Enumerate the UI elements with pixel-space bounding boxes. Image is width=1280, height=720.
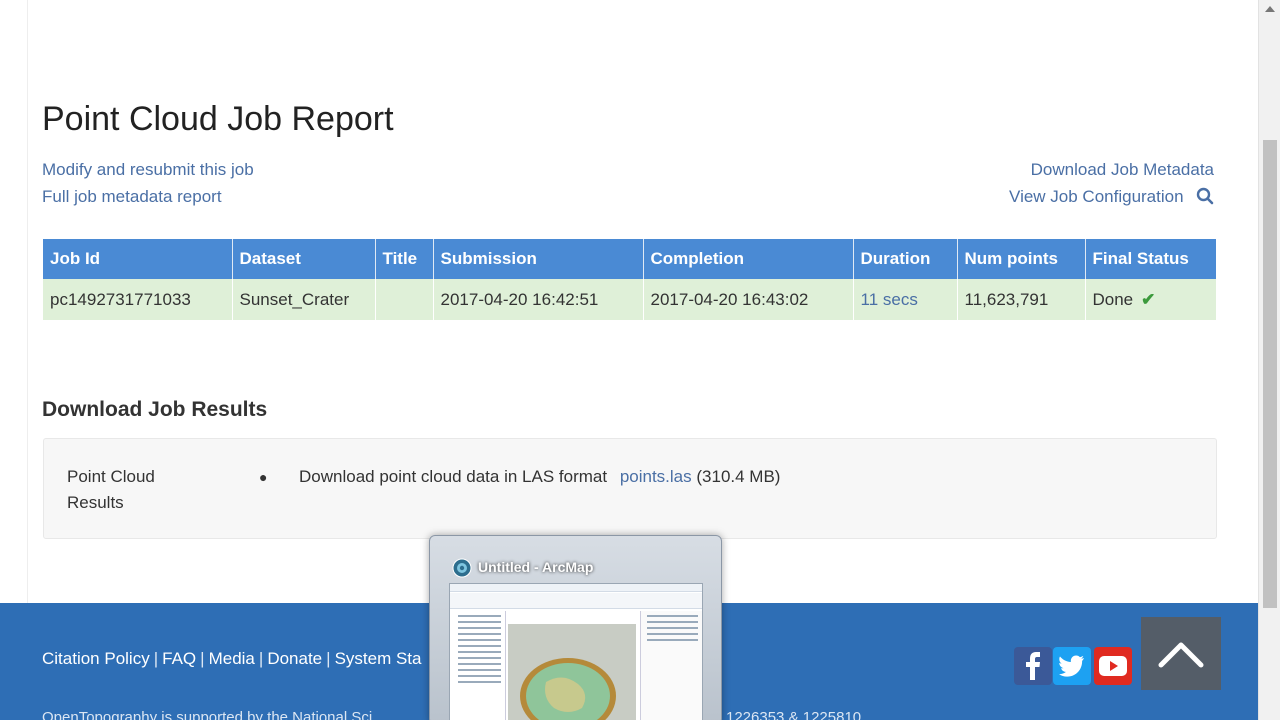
page-title: Point Cloud Job Report: [42, 100, 394, 138]
cell-duration: 11 secs: [853, 279, 958, 320]
left-edge-divider: [0, 0, 28, 603]
checkmark-icon: ✔: [1141, 289, 1156, 309]
separator: |: [258, 649, 264, 668]
page: Point Cloud Job Report Modify and resubm…: [0, 0, 1258, 720]
cell-submission: 2017-04-20 16:42:51: [433, 279, 644, 320]
col-job-id: Job Id: [43, 239, 233, 279]
results-panel: Point Cloud Results ● Download point clo…: [43, 438, 1217, 539]
job-table: Job Id Dataset Title Submission Completi…: [43, 239, 1216, 320]
footer-link-donate[interactable]: Donate: [267, 649, 322, 668]
download-results-heading: Download Job Results: [42, 398, 268, 421]
points-las-link[interactable]: points.las: [620, 467, 692, 486]
cell-num-points: 11,623,791: [957, 279, 1086, 320]
final-status-text: Done: [1092, 289, 1134, 309]
job-actions-left: Modify and resubmit this job Full job me…: [42, 157, 254, 211]
scroll-up-arrow-icon[interactable]: [1259, 0, 1280, 18]
preview-table-of-contents: [452, 611, 506, 720]
col-completion: Completion: [643, 239, 854, 279]
footer-link-media[interactable]: Media: [209, 649, 255, 668]
result-item: Download point cloud data in LAS format …: [299, 464, 780, 490]
col-duration: Duration: [853, 239, 958, 279]
chevron-up-icon: [1158, 642, 1204, 667]
page-scrollbar[interactable]: [1258, 0, 1280, 720]
results-label-line1: Point Cloud: [67, 467, 155, 486]
full-metadata-report-link[interactable]: Full job metadata report: [42, 187, 222, 206]
back-to-top-button[interactable]: [1141, 617, 1221, 690]
preview-title: Untitled - ArcMap: [478, 559, 594, 575]
separator: |: [200, 649, 205, 668]
search-icon[interactable]: [1196, 187, 1214, 205]
col-final-status: Final Status: [1085, 239, 1216, 279]
footer-award-numbers: 1226353 & 1225810: [726, 709, 862, 720]
modify-resubmit-link[interactable]: Modify and resubmit this job: [42, 160, 254, 179]
footer-link-citation-policy[interactable]: Citation Policy: [42, 649, 150, 668]
duration-link[interactable]: 11 secs: [861, 290, 918, 309]
col-dataset: Dataset: [232, 239, 376, 279]
file-size: (310.4 MB): [696, 467, 781, 486]
bullet-icon: ●: [259, 469, 268, 485]
preview-map-view: [508, 624, 636, 720]
col-title: Title: [375, 239, 434, 279]
separator: |: [153, 649, 159, 668]
table-row: pc1492731771033 Sunset_Crater 2017-04-20…: [43, 279, 1216, 320]
footer-links: Citation Policy | FAQ | Media | Donate | System …: [42, 649, 421, 669]
cell-title: [375, 279, 434, 320]
job-table-header-row: Job Id Dataset Title Submission Completi…: [43, 239, 1216, 279]
twitter-icon[interactable]: [1053, 647, 1091, 685]
preview-side-panel: [640, 611, 702, 720]
preview-window-thumbnail: [449, 583, 703, 720]
results-label: Point Cloud Results: [67, 464, 155, 516]
footer-link-system-status[interactable]: System Sta: [335, 649, 422, 668]
separator: |: [326, 649, 331, 668]
result-item-text: Download point cloud data in LAS format: [299, 467, 608, 486]
results-label-line2: Results: [67, 493, 124, 512]
cell-final-status: Done ✔: [1085, 279, 1216, 320]
taskbar-window-preview[interactable]: Untitled - ArcMap: [429, 535, 722, 720]
col-submission: Submission: [433, 239, 644, 279]
col-num-points: Num points: [957, 239, 1086, 279]
arcmap-icon: [452, 558, 472, 578]
preview-toolbar: [450, 593, 702, 609]
cell-dataset: Sunset_Crater: [232, 279, 376, 320]
facebook-icon[interactable]: [1014, 647, 1052, 685]
preview-menubar: [450, 584, 702, 592]
youtube-icon[interactable]: [1094, 647, 1132, 685]
view-job-configuration-link[interactable]: View Job Configuration: [1009, 187, 1184, 206]
footer-support-text: OpenTopography is supported by the Natio…: [42, 709, 373, 720]
footer-link-faq[interactable]: FAQ: [162, 649, 196, 668]
cell-completion: 2017-04-20 16:43:02: [643, 279, 854, 320]
cell-job-id: pc1492731771033: [43, 279, 233, 320]
scrollbar-thumb[interactable]: [1263, 140, 1277, 608]
job-actions-right: Download Job Metadata View Job Configura…: [1009, 157, 1214, 211]
download-job-metadata-link[interactable]: Download Job Metadata: [1031, 160, 1214, 179]
